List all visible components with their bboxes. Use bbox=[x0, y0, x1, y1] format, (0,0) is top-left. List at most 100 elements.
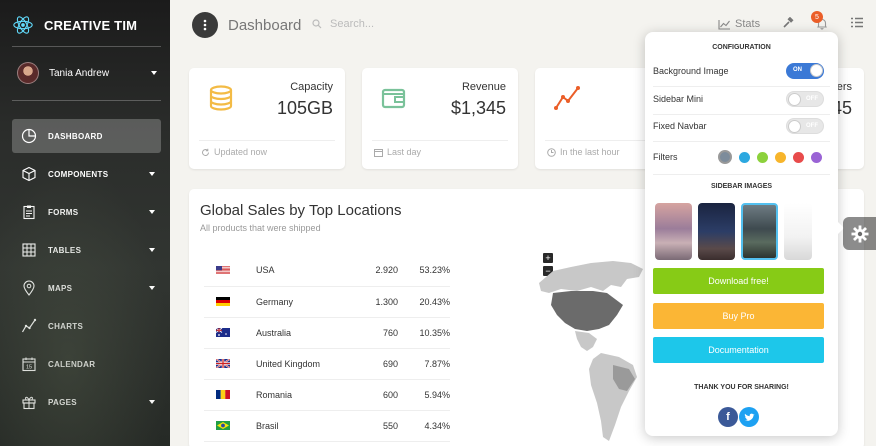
calendar-icon bbox=[374, 148, 383, 157]
calendar-icon: 15 bbox=[20, 355, 38, 373]
divider bbox=[545, 140, 645, 141]
flag-au-icon bbox=[204, 317, 238, 349]
divider bbox=[653, 141, 830, 142]
sidebar-item-label: CALENDAR bbox=[48, 359, 96, 369]
brand[interactable]: CREATIVE TIM bbox=[12, 14, 137, 36]
twitter-share-button[interactable] bbox=[739, 407, 759, 427]
sidebar-item-calendar[interactable]: 15 CALENDAR bbox=[12, 347, 161, 381]
filter-color-orange[interactable] bbox=[775, 151, 786, 163]
search-bar bbox=[312, 18, 450, 30]
brand-name: CREATIVE TIM bbox=[44, 17, 138, 33]
sidebar-item-pages[interactable]: PAGES bbox=[12, 385, 161, 419]
toggle-state: OFF bbox=[806, 123, 818, 129]
line-chart-icon bbox=[554, 86, 580, 110]
chevron-down-icon bbox=[151, 71, 157, 75]
stat-footer: Last day bbox=[374, 147, 421, 157]
table-row: Germany 1.300 20.43% bbox=[204, 286, 450, 318]
table-row: Romania 600 5.94% bbox=[204, 379, 450, 411]
filter-color-green[interactable] bbox=[757, 151, 768, 163]
avatar bbox=[17, 62, 39, 84]
chevron-down-icon bbox=[149, 248, 155, 252]
toggle-state: OFF bbox=[806, 96, 818, 102]
chevron-down-icon bbox=[149, 172, 155, 176]
stat-card-capacity: Capacity 105GB Updated now bbox=[189, 68, 345, 169]
sales-percent: 20.43% bbox=[398, 286, 450, 318]
documentation-button[interactable]: Documentation bbox=[653, 337, 824, 363]
sidebar-image-thumb-selected[interactable] bbox=[741, 203, 778, 260]
pie-chart-icon bbox=[20, 127, 38, 145]
stat-footer: In the last hour bbox=[547, 147, 620, 157]
flag-us-icon bbox=[204, 255, 238, 287]
sales-value: 2.920 bbox=[348, 255, 398, 287]
sidebar-item-charts[interactable]: CHARTS bbox=[12, 309, 161, 343]
page-title: Dashboard bbox=[228, 17, 302, 34]
sidebar-item-label: FORMS bbox=[48, 207, 79, 217]
filter-colors bbox=[711, 150, 822, 164]
map-pin-icon bbox=[20, 279, 38, 297]
sidebar-item-dashboard[interactable]: DASHBOARD bbox=[12, 119, 161, 153]
sidebar-divider bbox=[12, 100, 161, 101]
table-row: USA 2.920 53.23% bbox=[204, 255, 450, 287]
more-vertical-icon bbox=[203, 19, 207, 31]
flag-br-icon bbox=[204, 410, 238, 442]
stats-link[interactable]: Stats bbox=[718, 18, 760, 30]
sidebar-image-list bbox=[655, 203, 818, 260]
list-icon[interactable] bbox=[851, 17, 863, 28]
world-map[interactable] bbox=[531, 257, 651, 446]
sidebar-item-tables[interactable]: TABLES bbox=[12, 233, 161, 267]
sidebar-divider bbox=[12, 46, 161, 47]
panel-header: CONFIGURATION bbox=[712, 44, 771, 51]
filter-color-blue[interactable] bbox=[739, 151, 750, 163]
refresh-icon bbox=[202, 148, 210, 156]
stat-card-revenue: Revenue $1,345 Last day bbox=[362, 68, 518, 169]
download-free-button[interactable]: Download free! bbox=[653, 268, 824, 294]
sidebar-item-label: DASHBOARD bbox=[48, 131, 103, 141]
sidebar-mini-toggle[interactable]: OFF bbox=[786, 91, 824, 107]
filter-color-purple[interactable] bbox=[811, 151, 822, 163]
country-name: Germany bbox=[238, 286, 348, 318]
sales-percent: 4.34% bbox=[398, 410, 450, 442]
sidebar-item-forms[interactable]: FORMS bbox=[12, 195, 161, 229]
sidebar-item-label: TABLES bbox=[48, 245, 82, 255]
background-image-toggle[interactable]: ON bbox=[786, 63, 824, 79]
fixed-navbar-toggle[interactable]: OFF bbox=[786, 118, 824, 134]
sidebar-image-thumb[interactable] bbox=[784, 203, 812, 260]
sales-value: 1.300 bbox=[348, 286, 398, 318]
twitter-icon bbox=[744, 413, 754, 421]
sidebar-image-thumb[interactable] bbox=[698, 203, 735, 260]
menu-toggle-button[interactable] bbox=[192, 12, 218, 38]
filter-color-red[interactable] bbox=[793, 151, 804, 163]
sidebar-image-thumb[interactable] bbox=[655, 203, 692, 260]
config-label: Filters bbox=[653, 152, 678, 162]
settings-toggle-button[interactable] bbox=[843, 217, 876, 250]
sidebar-item-label: MAPS bbox=[48, 283, 73, 293]
gear-icon bbox=[851, 225, 868, 242]
divider bbox=[653, 174, 830, 175]
toggle-knob bbox=[788, 93, 801, 106]
config-label: Background Image bbox=[653, 66, 729, 76]
sidebar-item-maps[interactable]: MAPS bbox=[12, 271, 161, 305]
sidebar-item-components[interactable]: COMPONENTS bbox=[12, 157, 161, 191]
share-title: THANK YOU FOR SHARING! bbox=[694, 384, 789, 391]
sales-percent: 7.87% bbox=[398, 348, 450, 380]
config-label: Sidebar Mini bbox=[653, 94, 704, 104]
facebook-icon: f bbox=[726, 411, 730, 423]
user-menu[interactable]: Tania Andrew bbox=[17, 62, 157, 84]
buy-pro-button[interactable]: Buy Pro bbox=[653, 303, 824, 329]
stat-footer-text: Last day bbox=[387, 147, 422, 157]
sidebar-images-header: SIDEBAR IMAGES bbox=[710, 183, 773, 190]
filter-color-gray[interactable] bbox=[718, 150, 732, 164]
table-row: Australia 760 10.35% bbox=[204, 317, 450, 349]
clipboard-icon bbox=[20, 203, 38, 221]
toggle-knob bbox=[810, 64, 823, 77]
stat-value: $1,345 bbox=[450, 98, 506, 118]
search-icon bbox=[312, 19, 322, 29]
wallet-icon bbox=[381, 88, 406, 109]
sales-percent: 53.23% bbox=[398, 255, 450, 287]
sales-value: 550 bbox=[348, 410, 398, 442]
flag-de-icon bbox=[204, 286, 238, 318]
divider bbox=[653, 114, 830, 115]
facebook-share-button[interactable]: f bbox=[718, 407, 738, 427]
gavel-icon[interactable] bbox=[782, 17, 794, 29]
search-input[interactable] bbox=[330, 18, 450, 30]
